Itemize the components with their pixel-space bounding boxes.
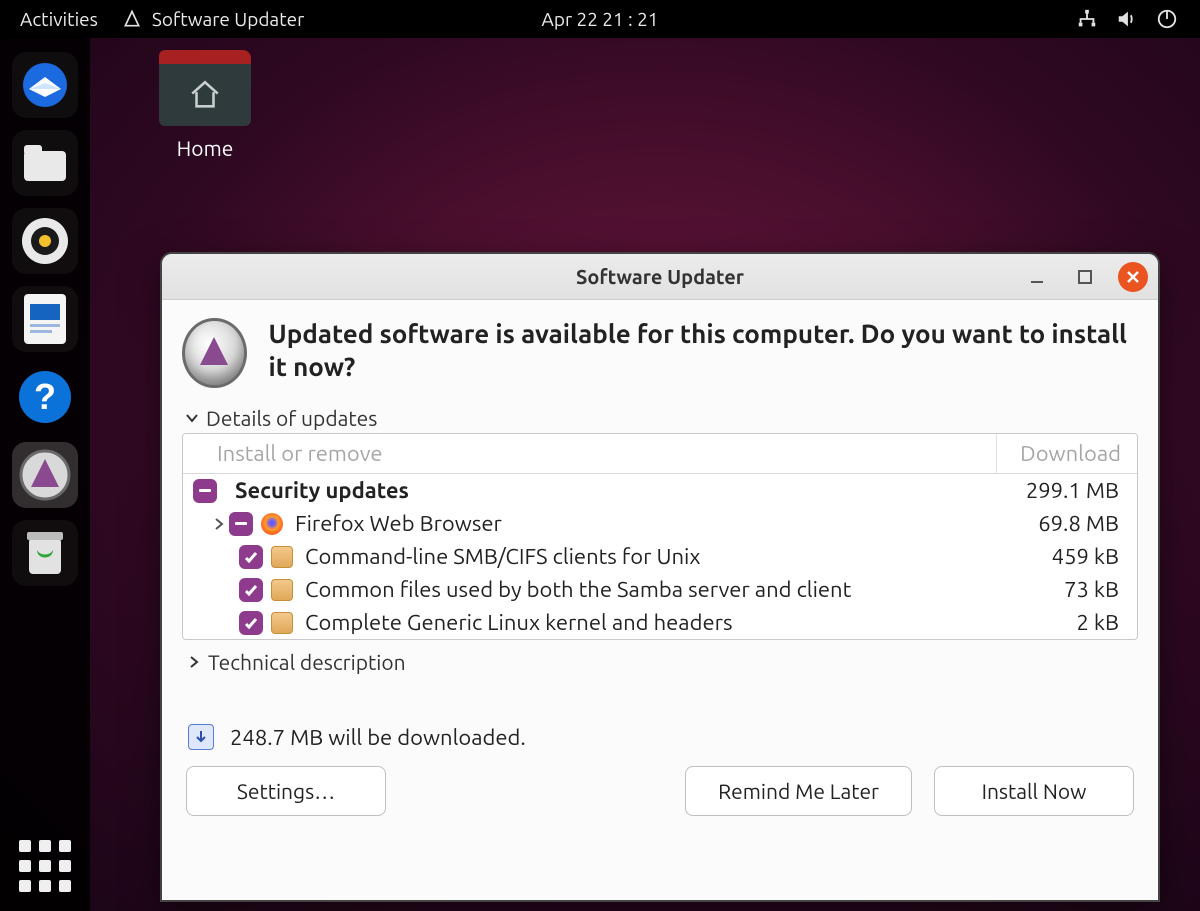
col-install-label: Install or remove xyxy=(183,434,997,473)
download-summary: 248.7 MB will be downloaded. xyxy=(188,724,1138,750)
item-size: 73 kB xyxy=(1064,577,1127,602)
download-icon xyxy=(188,724,214,750)
dock: ? xyxy=(0,38,90,911)
app-menu[interactable]: Software Updater xyxy=(122,8,304,30)
folder-icon xyxy=(159,50,251,126)
package-icon xyxy=(271,612,293,634)
col-download-label: Download xyxy=(997,434,1137,473)
item-name: Common files used by both the Samba serv… xyxy=(305,577,851,602)
minimize-button[interactable] xyxy=(1022,262,1052,292)
svg-text:?: ? xyxy=(34,376,56,417)
network-icon[interactable] xyxy=(1076,8,1098,30)
updater-icon xyxy=(122,9,142,29)
show-applications[interactable] xyxy=(16,837,74,895)
chevron-right-icon[interactable] xyxy=(209,511,229,536)
checkbox-checked[interactable] xyxy=(239,545,263,569)
list-header: Install or remove Download xyxy=(183,434,1137,474)
technical-description-expander[interactable]: Technical description xyxy=(186,650,1138,674)
download-total-text: 248.7 MB will be downloaded. xyxy=(230,725,526,750)
package-icon xyxy=(271,546,293,568)
remind-later-button[interactable]: Remind Me Later xyxy=(685,766,912,816)
dock-files[interactable] xyxy=(12,130,78,196)
software-updater-window: Software Updater Updated software is ava… xyxy=(160,252,1160,902)
titlebar[interactable]: Software Updater xyxy=(162,254,1158,300)
list-item[interactable]: Common files used by both the Samba serv… xyxy=(183,573,1137,606)
dock-software-updater[interactable] xyxy=(12,442,78,508)
clock[interactable]: Apr 22 21 : 21 xyxy=(541,8,658,30)
item-size: 69.8 MB xyxy=(1038,511,1127,536)
chevron-right-icon xyxy=(186,654,202,670)
checkbox-indeterminate[interactable] xyxy=(229,512,253,536)
window-title: Software Updater xyxy=(576,265,744,288)
volume-icon[interactable] xyxy=(1116,8,1138,30)
list-item[interactable]: Command-line SMB/CIFS clients for Unix 4… xyxy=(183,540,1137,573)
checkbox-checked[interactable] xyxy=(239,578,263,602)
list-item[interactable]: Firefox Web Browser 69.8 MB xyxy=(183,507,1137,540)
dock-help[interactable]: ? xyxy=(12,364,78,430)
package-icon xyxy=(271,579,293,601)
chevron-down-icon xyxy=(184,410,200,426)
top-bar: Activities Software Updater Apr 22 21 : … xyxy=(0,0,1200,38)
group-row[interactable]: Security updates 299.1 MB xyxy=(183,474,1137,507)
item-name: Firefox Web Browser xyxy=(295,511,502,536)
close-button[interactable] xyxy=(1118,262,1148,292)
dock-rhythmbox[interactable] xyxy=(12,208,78,274)
firefox-icon xyxy=(261,513,283,535)
dock-thunderbird[interactable] xyxy=(12,52,78,118)
item-size: 2 kB xyxy=(1076,610,1127,635)
app-menu-label: Software Updater xyxy=(152,8,304,30)
list-item[interactable]: Complete Generic Linux kernel and header… xyxy=(183,606,1137,639)
power-icon[interactable] xyxy=(1156,8,1178,30)
item-size: 459 kB xyxy=(1052,544,1127,569)
checkbox-checked[interactable] xyxy=(239,611,263,635)
updater-large-icon xyxy=(182,318,247,388)
maximize-button[interactable] xyxy=(1070,262,1100,292)
technical-description-label: Technical description xyxy=(208,650,406,674)
desktop-home-folder[interactable]: Home xyxy=(150,50,260,160)
group-size: 299.1 MB xyxy=(1026,478,1127,503)
item-name: Command-line SMB/CIFS clients for Unix xyxy=(305,544,701,569)
dock-trash[interactable] xyxy=(12,520,78,586)
group-name: Security updates xyxy=(235,478,409,503)
headline-text: Updated software is available for this c… xyxy=(269,318,1139,383)
checkbox-indeterminate[interactable] xyxy=(193,479,217,503)
details-expander[interactable]: Details of updates xyxy=(184,406,1138,430)
details-label: Details of updates xyxy=(206,406,377,430)
dock-libreoffice-writer[interactable] xyxy=(12,286,78,352)
activities-button[interactable]: Activities xyxy=(20,8,98,30)
item-name: Complete Generic Linux kernel and header… xyxy=(305,610,733,635)
updates-list: Install or remove Download Security upda… xyxy=(182,433,1138,640)
install-now-button[interactable]: Install Now xyxy=(934,766,1134,816)
desktop-icon-label: Home xyxy=(177,136,234,160)
settings-button[interactable]: Settings… xyxy=(186,766,386,816)
